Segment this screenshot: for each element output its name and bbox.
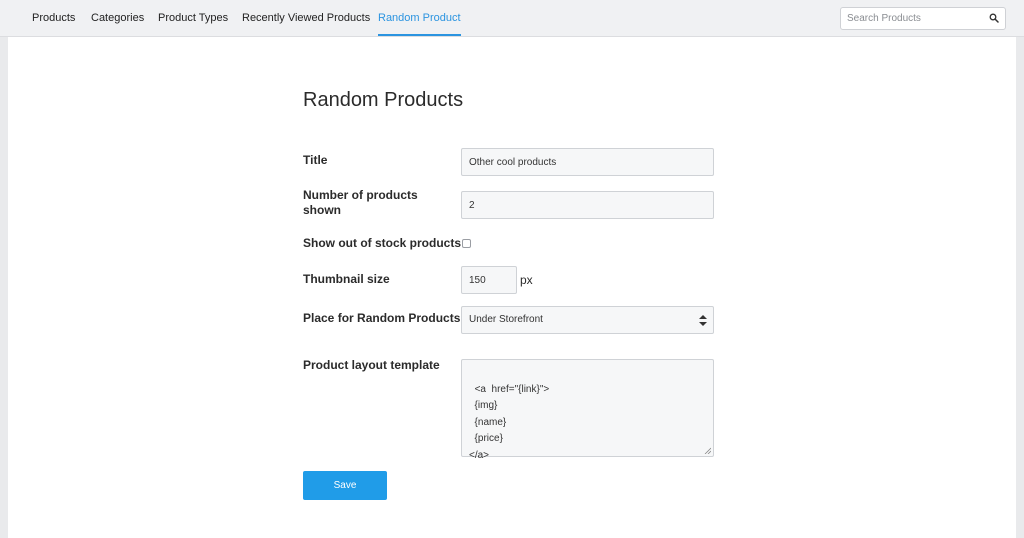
tab-label: Product Types: [158, 12, 229, 24]
thumbnail-unit: px: [520, 273, 533, 287]
search-icon[interactable]: [989, 13, 999, 23]
thumbnail-size-input[interactable]: [461, 266, 517, 294]
search-input[interactable]: [841, 8, 981, 29]
out-of-stock-checkbox[interactable]: [462, 239, 471, 248]
out-of-stock-label: Show out of stock products: [303, 236, 461, 250]
tab-random-product[interactable]: Random Product: [378, 0, 461, 37]
place-select[interactable]: Under Storefront: [461, 306, 714, 334]
tab-product-types[interactable]: Product Types: [158, 0, 228, 37]
template-label: Product layout template: [303, 358, 440, 372]
search-box: [840, 7, 1006, 30]
tab-label: Recently Viewed Products: [242, 12, 371, 24]
place-label: Place for Random Products: [303, 311, 461, 325]
select-arrows-icon: [699, 315, 707, 326]
tab-products[interactable]: Products: [32, 0, 75, 37]
place-select-value: Under Storefront: [469, 314, 543, 325]
tab-label: Random Product: [378, 12, 461, 24]
top-nav-bar: Products Categories Product Types Recent…: [0, 0, 1024, 37]
products-count-input[interactable]: [461, 191, 714, 219]
save-button[interactable]: Save: [303, 471, 387, 500]
tab-recently-viewed-products[interactable]: Recently Viewed Products: [242, 0, 370, 37]
title-input[interactable]: [461, 148, 714, 176]
active-tab-indicator: [378, 34, 461, 36]
page-title: Random Products: [303, 89, 464, 111]
products-count-label: Number of products shown: [303, 188, 418, 217]
tab-categories[interactable]: Categories: [91, 0, 144, 37]
thumbnail-size-label: Thumbnail size: [303, 272, 390, 286]
template-text: <a href="{link}"> {img} {name} {price} <…: [469, 383, 550, 461]
title-label: Title: [303, 153, 328, 167]
resize-grip-icon[interactable]: [704, 447, 711, 454]
template-textarea[interactable]: <a href="{link}"> {img} {name} {price} <…: [461, 359, 714, 461]
tab-label: Products: [32, 12, 76, 24]
tab-label: Categories: [91, 12, 145, 24]
